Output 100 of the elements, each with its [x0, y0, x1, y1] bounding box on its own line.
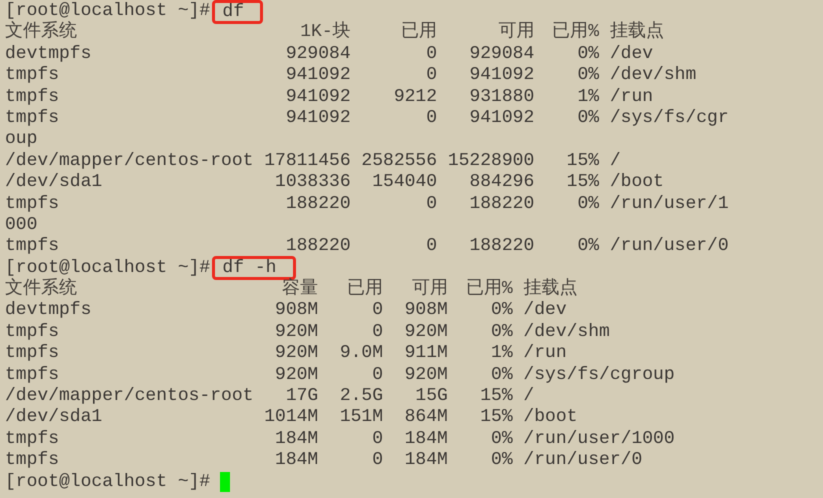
table-cell: 17811456 [264, 150, 351, 172]
prompt-text: [root@localhost ~]# [5, 472, 210, 493]
table-cell: tmpfs [5, 450, 60, 472]
table-cell: tmpfs [5, 322, 60, 344]
table-cell: 184M [275, 428, 318, 450]
table-cell: tmpfs [5, 343, 60, 365]
table-cell: 941092 [286, 86, 351, 108]
table-cell-text: /run/user/1 [608, 194, 729, 215]
table-cell: 15% [566, 172, 600, 194]
table-cell: 0 [372, 300, 384, 322]
table-cell: 0% [577, 44, 600, 66]
table-cell-text: /boot [608, 172, 664, 194]
table-cell: 941092 [286, 65, 351, 87]
table-cell-text: /run [608, 86, 654, 108]
table-cell-text: /dev [608, 44, 654, 66]
table-cell-text: /sys/fs/cgroup [522, 364, 675, 386]
table-cell: 929084 [286, 44, 351, 66]
table-cell: /dev/sda1 [5, 407, 102, 429]
table-cell: 911M [404, 343, 448, 365]
table-cell: 184M [275, 450, 318, 472]
table-cell: 920M [275, 364, 318, 386]
table-cell: 15228900 [448, 150, 534, 172]
column-header: 挂载点 [608, 22, 664, 44]
table-cell-text: /dev [522, 300, 567, 322]
table-cell: 0% [491, 322, 513, 344]
table-cell: 941092 [469, 108, 534, 130]
table-cell: 0 [372, 428, 384, 450]
column-header: 可用 [498, 22, 534, 44]
table-cell: 864M [404, 407, 448, 429]
table-cell: 920M [275, 322, 318, 344]
table-cell: 0% [491, 364, 513, 386]
table-cell-text: /sys/fs/cgr [608, 108, 729, 130]
table-cell: 188220 [469, 236, 534, 258]
wrapped-output-text: 000 [5, 214, 38, 236]
column-header: 可用 [412, 279, 448, 300]
table-cell: 2582556 [361, 150, 438, 172]
table-cell: 0 [372, 364, 384, 386]
table-cell: tmpfs [5, 364, 60, 386]
table-cell: 884296 [469, 172, 534, 194]
table-cell: 184M [404, 450, 448, 472]
table-cell: 188220 [469, 194, 534, 215]
table-cell-text: /boot [522, 407, 578, 429]
table-cell: 9212 [394, 86, 438, 108]
table-cell: 0 [426, 44, 438, 66]
table-cell: tmpfs [5, 236, 60, 258]
table-cell: 0 [372, 322, 384, 344]
table-cell-text: /run/user/1000 [522, 428, 675, 450]
table-cell-text: /run/user/0 [608, 236, 729, 258]
table-cell: 908M [404, 300, 448, 322]
table-cell: 920M [275, 343, 318, 365]
column-header: 文件系统 [5, 22, 77, 44]
table-cell: 15% [480, 407, 513, 429]
table-cell: 0% [577, 236, 600, 258]
table-cell: 2.5G [340, 386, 384, 408]
column-header: 挂载点 [522, 279, 578, 300]
wrapped-output-text: oup [5, 129, 38, 151]
table-cell-text: /run/user/0 [522, 450, 642, 472]
table-cell: 0% [491, 428, 513, 450]
column-header: 容量 [282, 279, 318, 300]
table-cell: 920M [404, 364, 448, 386]
table-cell: 0 [372, 450, 384, 472]
table-cell: 15% [566, 150, 600, 172]
table-cell: 0% [577, 65, 600, 87]
table-cell: 1014M [264, 407, 318, 429]
table-cell: 0 [426, 236, 438, 258]
table-cell-text: /dev/shm [608, 65, 696, 87]
table-cell-text: / [522, 386, 534, 408]
table-cell: 0% [491, 450, 513, 472]
table-cell-text: /run [522, 343, 567, 365]
table-cell: 941092 [286, 108, 351, 130]
table-cell: 0 [426, 65, 438, 87]
table-cell: 920M [404, 322, 448, 344]
table-cell: devtmpfs [5, 44, 92, 66]
table-cell-text: / [608, 150, 621, 172]
table-cell: 1% [491, 343, 513, 365]
table-cell: 908M [275, 300, 318, 322]
table-cell: 15% [480, 386, 513, 408]
table-cell: 0% [491, 300, 513, 322]
table-cell: 15G [415, 386, 448, 408]
table-cell: 941092 [469, 65, 534, 87]
column-header: 文件系统 [5, 279, 77, 300]
table-cell: 17G [286, 386, 318, 408]
table-cell: 931880 [469, 86, 534, 108]
table-cell: tmpfs [5, 86, 60, 108]
table-cell: devtmpfs [5, 300, 92, 322]
prompt-text: [root@localhost ~]# [5, 1, 210, 21]
table-cell: tmpfs [5, 428, 60, 450]
prompt-text: [root@localhost ~]# [5, 258, 210, 278]
column-header: 已用% [466, 279, 513, 300]
table-cell: 1038336 [275, 172, 351, 194]
table-cell: tmpfs [5, 108, 60, 130]
table-cell-text: /dev/shm [522, 322, 610, 344]
table-cell: 1% [577, 86, 600, 108]
table-cell: 929084 [469, 44, 534, 66]
column-header: 1K-块 [300, 22, 351, 44]
table-cell: 188220 [286, 194, 351, 215]
table-cell: 0 [426, 108, 438, 130]
table-cell: 0% [577, 194, 600, 215]
table-cell: 0% [577, 108, 600, 130]
highlighted-command: df [212, 0, 264, 24]
